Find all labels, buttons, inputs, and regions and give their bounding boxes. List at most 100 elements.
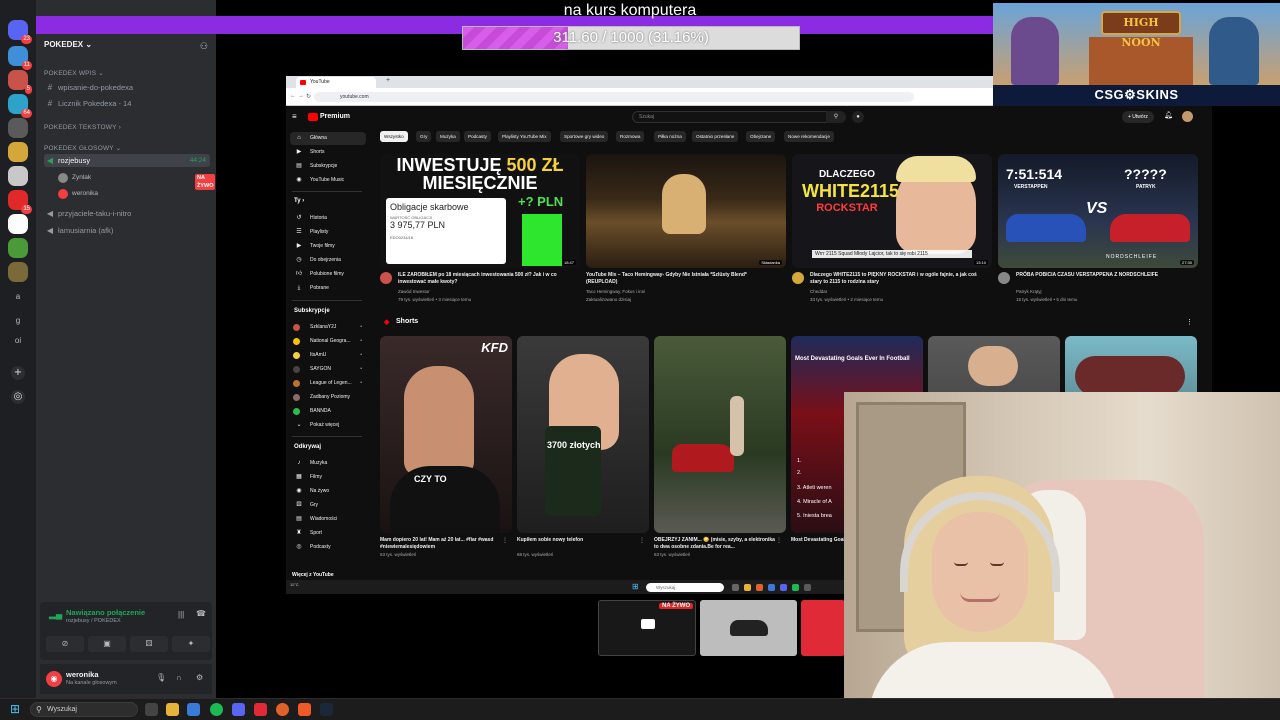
short-thumbnail[interactable]: [654, 336, 786, 533]
sidebar-item-music[interactable]: ◉ YouTube Music: [290, 174, 366, 187]
channel-name[interactable]: Taco Hemingway, Fokus i inni: [586, 289, 760, 294]
explore-servers-icon[interactable]: ◎: [11, 390, 25, 404]
spotify-icon[interactable]: [792, 584, 799, 591]
sidebar-item-gaming[interactable]: ⚄ Gry: [290, 499, 366, 512]
chip[interactable]: Nowe rekomendacje: [784, 131, 834, 142]
stream-preview[interactable]: [801, 600, 845, 656]
video-off-button[interactable]: ⊘: [46, 636, 84, 652]
settings-gear-icon[interactable]: ⚙: [196, 673, 203, 682]
sidebar-sub-item[interactable]: National Geogra... •: [290, 335, 366, 348]
sidebar-sub-item[interactable]: SAYGON •: [290, 363, 366, 376]
sidebar-item-podcasts[interactable]: ◎ Podcasty: [290, 541, 366, 554]
chip[interactable]: Ostatnio przesłane: [692, 131, 739, 142]
chrome-icon[interactable]: [756, 584, 763, 591]
server-icon[interactable]: 15: [8, 190, 32, 214]
server-icon[interactable]: [8, 262, 28, 282]
weather-widget[interactable]: 11°C: [290, 582, 299, 587]
short-thumbnail[interactable]: KFD CZY TO: [380, 336, 512, 533]
sidebar-item-news[interactable]: ▤ Wiadomości: [290, 513, 366, 526]
sidebar-item-liked[interactable]: 👍︎ Polubione filmy: [290, 268, 366, 281]
app-icon[interactable]: [804, 584, 811, 591]
file-explorer-icon[interactable]: [744, 584, 751, 591]
sidebar-item-shorts[interactable]: ▶ Shorts: [290, 146, 366, 159]
channel-wpisanie[interactable]: # wpisanie-do-pokedexa: [44, 81, 210, 94]
sidebar-item-movies[interactable]: ▦ Filmy: [290, 471, 366, 484]
chip[interactable]: Playlisty YouTube Mix: [498, 131, 551, 142]
voice-location[interactable]: rozjebusy / POKEDEX: [66, 618, 121, 624]
server-name[interactable]: POKEDEX ⌄: [44, 40, 92, 49]
sidebar-sub-item[interactable]: SzklanaY2J •: [290, 321, 366, 334]
file-explorer-icon[interactable]: [166, 703, 179, 716]
url-field[interactable]: youtube.com: [314, 92, 914, 102]
soundboard-button[interactable]: ✦: [172, 636, 210, 652]
activities-button[interactable]: ⚄: [130, 636, 168, 652]
back-icon[interactable]: ←: [290, 93, 296, 99]
category-glosowy[interactable]: POKEDEX GŁOSOWY ⌄: [44, 144, 121, 152]
taskbar-search-input[interactable]: ⚲ Wyszukaj: [30, 702, 138, 717]
sidebar-sub-item[interactable]: League of Legen... •: [290, 377, 366, 390]
sidebar-item-sport[interactable]: ♜ Sport: [290, 527, 366, 540]
menu-icon[interactable]: ≡: [292, 112, 297, 121]
channel-licznik[interactable]: # Licznik Pokedexa - 14: [44, 97, 210, 110]
video-title[interactable]: PRÓBA POBICIA CZASU VERSTAPPENA Z NORDSC…: [1016, 272, 1190, 279]
chip[interactable]: Podcasty: [464, 131, 491, 142]
video-title[interactable]: Dlaczego WHITE2115 to PIĘKNY ROCKSTAR i …: [810, 272, 984, 286]
server-icon[interactable]: [8, 238, 28, 258]
voice-channel-rozjebusy[interactable]: ◀ rozjebusy 44:24: [44, 154, 210, 167]
video-thumbnail[interactable]: 7:51:514 VERSTAPPEN ????? PATRYK VS NORD…: [998, 154, 1198, 268]
server-icon[interactable]: 5: [8, 70, 32, 94]
category-tekstowy[interactable]: POKEDEX Tekstowy ›: [44, 124, 121, 131]
chip[interactable]: Sportowe gry wideo: [560, 131, 609, 142]
create-button[interactable]: + Utwórz: [1122, 111, 1154, 123]
windows-start-icon[interactable]: ⊞: [632, 583, 639, 591]
discord-home-icon[interactable]: 23: [8, 20, 32, 44]
sidebar-you-heading[interactable]: Ty ›: [294, 198, 304, 204]
mic-icon[interactable]: ●: [852, 111, 864, 123]
avatar[interactable]: ◉: [46, 671, 62, 687]
reload-icon[interactable]: ↻: [306, 93, 311, 100]
server-icon[interactable]: [8, 214, 28, 234]
channel-avatar[interactable]: [998, 272, 1010, 284]
more-options-icon[interactable]: ⋮: [1186, 318, 1193, 326]
windows-start-icon[interactable]: ⊞: [10, 703, 22, 715]
chip[interactable]: Muzyka: [436, 131, 460, 142]
inner-search-input[interactable]: Wyszukaj: [646, 583, 724, 592]
channel-name[interactable]: Cheddar: [810, 289, 984, 294]
sidebar-sub-item[interactable]: Zadbany Poziomy: [290, 391, 366, 404]
channel-avatar[interactable]: [792, 272, 804, 284]
bell-icon[interactable]: 🔔︎: [1164, 111, 1173, 119]
server-icon[interactable]: [8, 142, 28, 162]
short-title[interactable]: Mam dopiero 20 lat! Mam aż 20 lat... #fi…: [380, 537, 506, 551]
sidebar-item-watch-later[interactable]: ◷ Do obejrzenia: [290, 254, 366, 267]
add-server-icon[interactable]: +: [11, 366, 25, 380]
sidebar-item-playlists[interactable]: ☰ Playlisty: [290, 226, 366, 239]
server-folder-label[interactable]: g: [8, 316, 28, 325]
chip[interactable]: Wszystko: [380, 131, 408, 142]
store-icon[interactable]: [187, 703, 200, 716]
sidebar-item-home[interactable]: ⌂ Główna: [290, 132, 366, 145]
sponsor-banner[interactable]: HIGH NOON CSG⚙SKINS: [993, 3, 1280, 106]
short-title[interactable]: OBEJRZYJ ZANIM... 😳 (misie, szyby, a ele…: [654, 537, 780, 551]
search-icon[interactable]: ⚲: [826, 111, 846, 123]
spotify-icon[interactable]: [210, 703, 223, 716]
channel-name[interactable]: Patryk Krątyj: [1016, 289, 1190, 294]
server-icon[interactable]: 11: [8, 46, 32, 70]
chrome-icon[interactable]: [276, 703, 289, 716]
app-icon[interactable]: [254, 703, 267, 716]
screen-share-button[interactable]: ▣: [88, 636, 126, 652]
category-wpis[interactable]: POKEDEX Wpis ⌄: [44, 69, 104, 77]
sidebar-item-music2[interactable]: ♪ Muzyka: [290, 457, 366, 470]
channel-name[interactable]: Zawód Inwestor: [398, 289, 572, 294]
voice-channel-lamusiarnia[interactable]: ◀ łamusiarnia (afk): [44, 224, 210, 237]
voice-user[interactable]: weronika NA ŻYWO: [58, 174, 216, 200]
disconnect-icon[interactable]: ☎: [196, 609, 206, 618]
sidebar-show-more[interactable]: ⌄ Pokaż więcej: [290, 419, 366, 432]
sidebar-item-your-videos[interactable]: ▶ Twoje filmy: [290, 240, 366, 253]
short-title[interactable]: Kupiłem sobie nowy telefon: [517, 537, 643, 544]
forward-icon[interactable]: →: [298, 93, 304, 99]
video-title[interactable]: ILE ZAROBIŁEM po 18 miesiącach inwestowa…: [398, 272, 572, 286]
chip[interactable]: Obejrzane: [746, 131, 776, 142]
server-folder-label[interactable]: a: [8, 292, 28, 301]
sidebar-item-subscriptions[interactable]: ▤ Subskrypcje: [290, 160, 366, 173]
video-thumbnail[interactable]: DLACZEGO WHITE2115 ROCKSTAR Wrrr 2115 Sq…: [792, 154, 992, 268]
